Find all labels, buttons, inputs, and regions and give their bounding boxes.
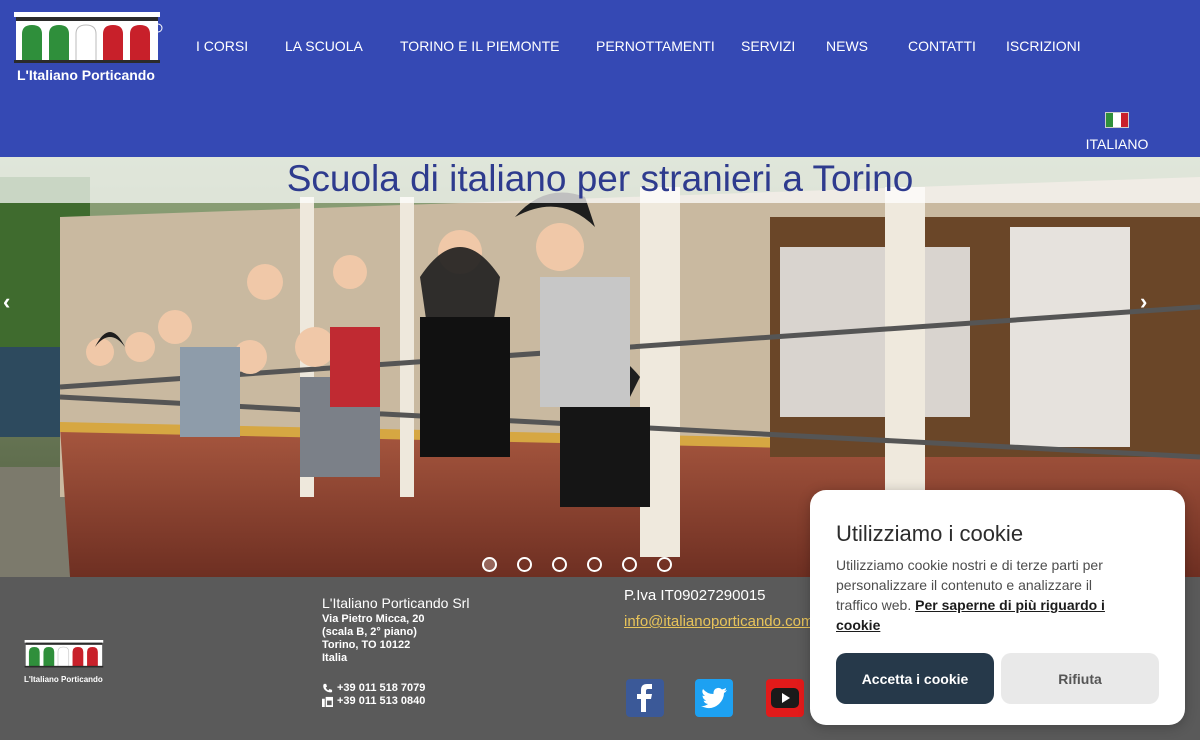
vat-number: P.Iva IT09027290015: [624, 587, 766, 604]
language-label: ITALIANO: [1085, 136, 1149, 152]
nav-iscrizioni[interactable]: ISCRIZIONI: [1006, 38, 1081, 54]
fax-row: +39 011 513 0840: [322, 695, 469, 708]
language-switcher[interactable]: ITALIANO: [1085, 112, 1149, 152]
address-line: Via Pietro Micca, 20: [322, 613, 425, 625]
facebook-icon[interactable]: [626, 679, 664, 717]
logo-text: L'Italiano Porticando: [17, 67, 155, 83]
nav-servizi[interactable]: SERVIZI: [741, 38, 795, 54]
company-name: L'Italiano Porticando Srl: [322, 595, 470, 611]
next-slide-arrow-icon[interactable]: ›: [1140, 289, 1147, 315]
footer-logo[interactable]: L'Italiano Porticando: [24, 640, 106, 684]
slider-dot[interactable]: [517, 557, 532, 572]
youtube-play-icon: [771, 688, 799, 708]
company-phones: +39 011 518 7079 +39 011 513 0840: [322, 682, 469, 708]
address-line: Italia: [322, 652, 348, 664]
site-header: L'Italiano Porticando I CORSI LA SCUOLA …: [0, 0, 1200, 157]
reject-cookies-button[interactable]: Rifiuta: [1001, 653, 1159, 704]
fax-number: +39 011 513 0840: [337, 695, 426, 707]
prev-slide-arrow-icon[interactable]: ‹: [3, 289, 10, 315]
company-info: L'Italiano Porticando Srl Via Pietro Mic…: [322, 595, 469, 708]
address-line: Torino, TO 10122: [322, 639, 411, 651]
slider-pagination: [482, 557, 672, 572]
phone-number[interactable]: +39 011 518 7079: [337, 682, 425, 695]
fax-icon: [322, 696, 333, 707]
email-link[interactable]: info@italianoporticando.com: [624, 613, 814, 630]
phone-icon: [323, 683, 333, 693]
twitter-icon[interactable]: [695, 679, 733, 717]
logo-arches-icon: [14, 12, 163, 63]
nav-news[interactable]: NEWS: [826, 38, 868, 54]
nav-pernottamenti[interactable]: PERNOTTAMENTI: [596, 38, 715, 54]
facebook-glyph-icon: [637, 684, 652, 712]
twitter-bird-icon: [701, 687, 727, 709]
cookie-title: Utilizziamo i cookie: [836, 521, 1024, 546]
italy-flag-icon: [1105, 112, 1129, 128]
slider-dot[interactable]: [482, 557, 497, 572]
footer-logo-text: L'Italiano Porticando: [24, 675, 103, 684]
cookie-text: Utilizziamo cookie nostri e di terze par…: [836, 555, 1136, 635]
logo[interactable]: L'Italiano Porticando: [14, 12, 166, 83]
phone-row: +39 011 518 7079: [322, 682, 469, 695]
hero-title: Scuola di italiano per stranieri a Torin…: [286, 158, 914, 199]
accept-cookies-button[interactable]: Accetta i cookie: [836, 653, 994, 704]
nav-la-scuola[interactable]: LA SCUOLA: [285, 38, 363, 54]
slider-dot[interactable]: [657, 557, 672, 572]
nav-i-corsi[interactable]: I CORSI: [196, 38, 248, 54]
slider-dot[interactable]: [587, 557, 602, 572]
slider-dot[interactable]: [622, 557, 637, 572]
youtube-icon[interactable]: [766, 679, 804, 717]
cookie-banner: Utilizziamo i cookie Utilizziamo cookie …: [810, 490, 1185, 725]
nav-torino-e-il-piemonte[interactable]: TORINO E IL PIEMONTE: [400, 38, 559, 54]
address-line: (scala B, 2° piano): [322, 626, 417, 638]
slider-dot[interactable]: [552, 557, 567, 572]
footer-logo-arches-icon: [24, 640, 104, 668]
nav-contatti[interactable]: CONTATTI: [908, 38, 976, 54]
company-address: Via Pietro Micca, 20 (scala B, 2° piano)…: [322, 613, 469, 665]
